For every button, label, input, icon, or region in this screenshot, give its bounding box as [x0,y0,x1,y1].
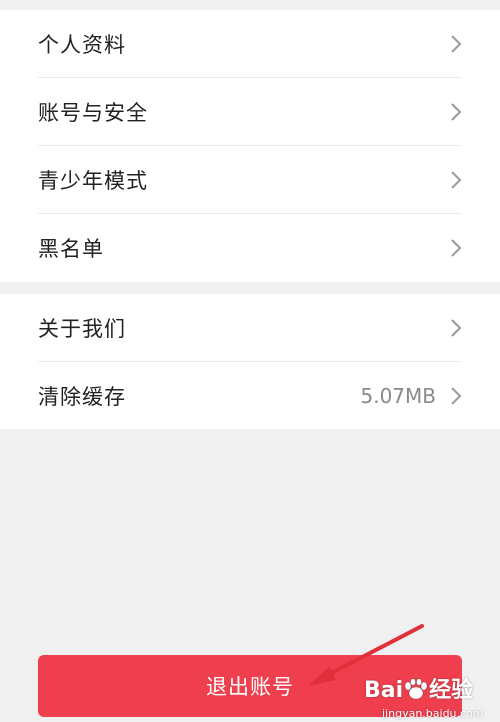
baidu-jingyan-watermark: Bai 经验 jingyan.baidu.com [364,672,494,720]
watermark-brand-right: 经验 [429,678,474,703]
paw-icon [404,678,428,700]
chevron-right-icon [451,34,462,53]
settings-item-teen-mode[interactable]: 青少年模式 [38,146,462,214]
settings-item-about-us[interactable]: 关于我们 [38,294,462,362]
settings-item-label: 青少年模式 [38,168,148,193]
settings-item-label: 账号与安全 [38,100,148,125]
watermark-brand-left: Bai [364,678,404,703]
settings-item-blacklist[interactable]: 黑名单 [38,214,462,282]
settings-item-clear-cache[interactable]: 清除缓存 5.07MB [38,362,462,430]
settings-item-label: 个人资料 [38,32,126,57]
settings-item-profile[interactable]: 个人资料 [38,10,462,78]
chevron-right-icon [451,102,462,121]
chevron-right-icon [451,239,462,257]
chevron-right-icon [451,170,462,189]
settings-group-app: 关于我们 清除缓存 5.07MB [0,294,500,429]
settings-group-account: 个人资料 账号与安全 青少年模式 黑名单 [0,10,500,282]
watermark-url: jingyan.baidu.com [382,707,484,720]
cache-size-value: 5.07MB [360,384,436,408]
chevron-right-icon [451,387,462,405]
chevron-right-icon [451,318,462,337]
logout-button-label: 退出账号 [206,675,294,699]
settings-item-account-security[interactable]: 账号与安全 [38,78,462,146]
watermark-brand: Bai 经验 [364,672,473,704]
settings-item-label: 关于我们 [38,316,126,341]
settings-item-label: 黑名单 [38,237,104,261]
settings-item-label: 清除缓存 [38,385,126,409]
